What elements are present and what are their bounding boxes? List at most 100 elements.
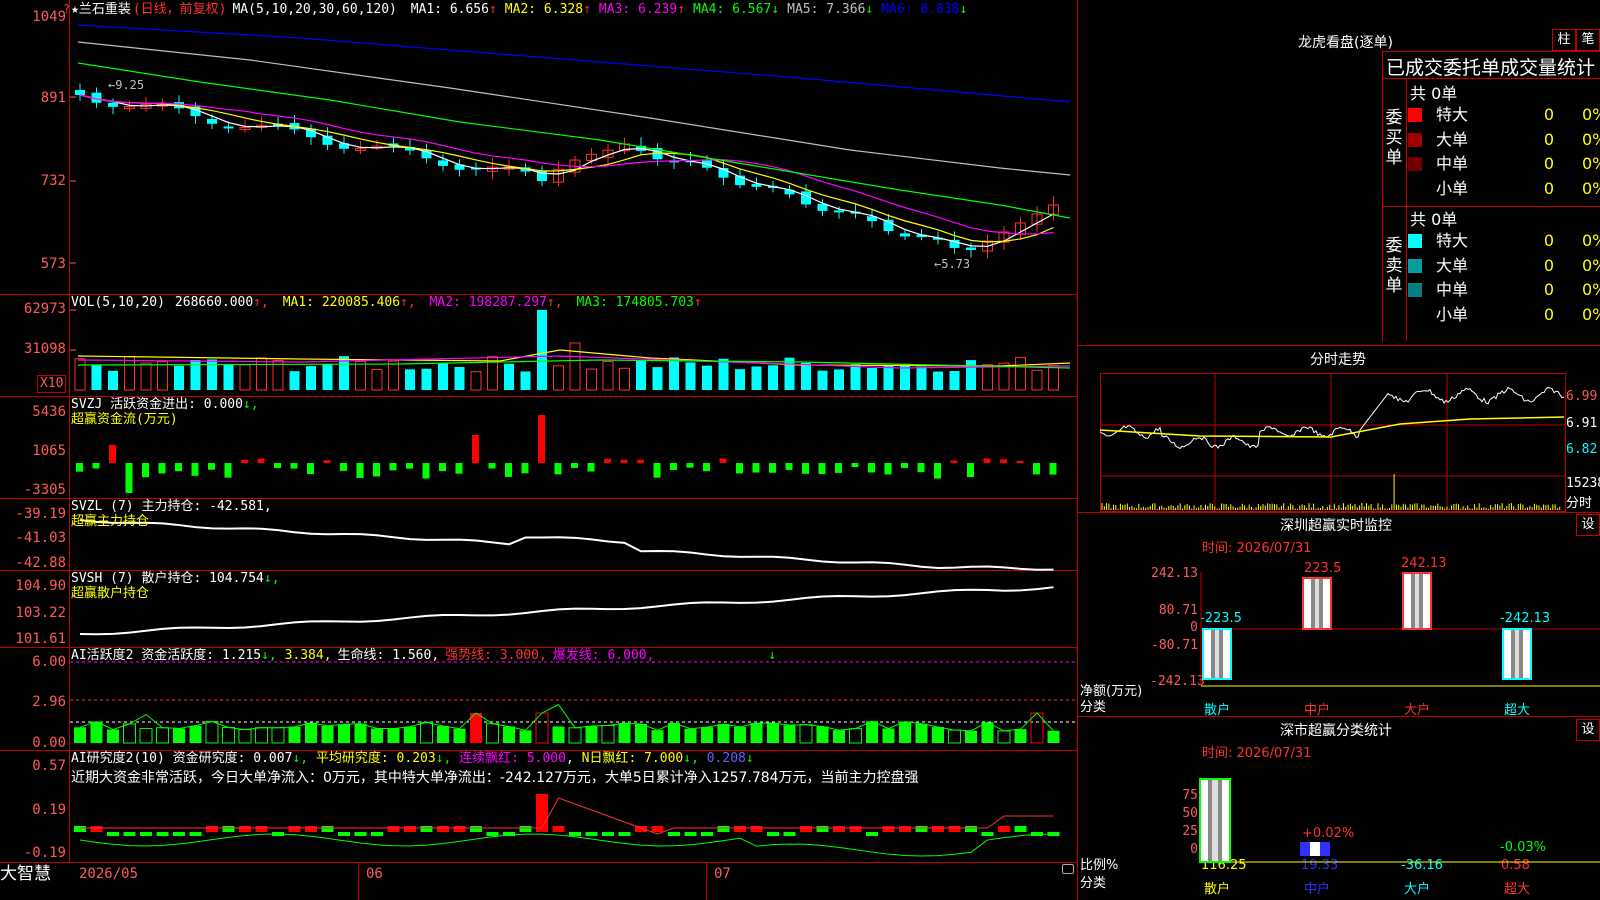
svzj-bar — [323, 460, 331, 463]
activity-bar — [799, 724, 813, 744]
volume-bar-down — [306, 366, 316, 390]
buy-orders-label: 委买单 — [1385, 108, 1403, 168]
ma3-line — [79, 94, 1054, 235]
volume-bar-down — [966, 360, 976, 390]
research-bar — [866, 832, 878, 836]
order-row-percent: 0% — [1582, 178, 1600, 198]
research-bar — [536, 794, 548, 832]
research-bar — [189, 832, 202, 836]
activity-bar — [717, 724, 730, 743]
volume-bar-down — [817, 370, 828, 390]
svzj-bar — [868, 463, 875, 473]
stats-category-label: 大户 — [1404, 882, 1431, 897]
svzj-bar — [554, 463, 562, 475]
research-bar — [206, 826, 218, 832]
svzj-axis-label: -3305 — [23, 482, 66, 498]
volume-bar-down — [537, 310, 547, 390]
order-row-percent: 0% — [1582, 255, 1600, 275]
ai-active-title-text: AI活跃度2 资金活跃度: 1.215 — [71, 648, 262, 663]
activity-bar — [701, 727, 713, 743]
tab-tick[interactable]: 笔 — [1576, 29, 1600, 51]
activity-bar — [882, 728, 895, 743]
monitor-settings-button[interactable]: 设 — [1576, 514, 1600, 536]
activity-line — [79, 703, 1054, 732]
activity-bar — [981, 722, 994, 743]
volume-bar-up — [1015, 357, 1026, 391]
activity-bar — [1014, 729, 1027, 743]
activity-bar — [651, 730, 664, 743]
research-bar — [800, 826, 812, 832]
svzj-bar — [620, 459, 628, 463]
svzj-axis-label: 1065 — [32, 443, 66, 459]
svsh-title-text: SVSH (7) 散户持仓: 104.754 — [71, 571, 264, 586]
volume-bar-down — [339, 356, 349, 390]
svzj-bar — [752, 463, 760, 473]
research-bar — [651, 826, 664, 832]
monitor-axis-label: 242.13 — [1151, 566, 1198, 581]
lock-icon[interactable] — [1062, 864, 1074, 874]
color-swatch — [1408, 157, 1422, 171]
monitor-bar — [1303, 578, 1331, 629]
research-bar — [783, 832, 796, 836]
svzj-bar — [356, 463, 364, 479]
ai-active-burst: 爆发线: 6.000, — [552, 648, 655, 663]
order-row: 特大 0 0% — [1408, 230, 1600, 252]
date-axis-label: 07 — [714, 866, 731, 882]
app-logo[interactable]: 大智慧 — [0, 864, 51, 884]
color-swatch — [1408, 258, 1422, 273]
ai-active-signal-arrow: ↓ — [768, 648, 777, 663]
svzj-bar — [703, 463, 710, 472]
intraday-axis-label: 6.91 — [1566, 416, 1598, 431]
order-row: 小单 0 0% — [1408, 304, 1600, 326]
order-row-count: 0 — [1543, 129, 1554, 149]
bar-shade — [1311, 578, 1323, 629]
volume-arrow: ↑, — [253, 295, 269, 310]
volume-axis-label: 62973 — [23, 301, 66, 317]
ai-active-v2: 3.384, — [284, 648, 332, 663]
monitor-bar-value: 242.13 — [1401, 556, 1447, 571]
svzj-bar — [950, 460, 958, 463]
activity-bar — [107, 729, 119, 743]
volume-bar-up — [553, 365, 564, 391]
research-bar — [107, 832, 119, 836]
svzj-bar — [983, 458, 991, 463]
activity-bar — [437, 726, 449, 743]
volume-bar-up — [371, 369, 383, 391]
activity-bar — [899, 721, 911, 743]
volume-bar-up — [586, 368, 597, 391]
research-bar — [965, 826, 977, 832]
order-row-count: 0 — [1543, 304, 1554, 324]
order-row-label: 特大 — [1436, 105, 1469, 124]
candle-body-down — [223, 126, 234, 129]
svzl-title: SVZL (7) 主力持仓: -42.581, — [71, 499, 272, 514]
svzj-bar — [274, 463, 281, 469]
activity-bar — [783, 725, 796, 743]
volume-bar-down — [900, 363, 910, 390]
research-bar — [684, 832, 697, 836]
svzj-bar — [1033, 463, 1040, 475]
activity-bar — [205, 721, 219, 744]
volume-ma3-arrow: ↑ — [693, 295, 702, 310]
activity-bar — [453, 728, 466, 743]
monitor-bar — [1203, 629, 1231, 679]
candlestick-chart[interactable] — [0, 0, 1078, 294]
intraday-frame[interactable] — [1100, 373, 1566, 512]
bar-fill — [1300, 842, 1330, 856]
stats-settings-button[interactable]: 设 — [1576, 719, 1600, 741]
ai-research-title-text: AI研究度2(10) 资金研究度: 0.007 — [71, 751, 293, 766]
tab-bar-chart[interactable]: 柱 — [1552, 29, 1576, 51]
monitor-bar-outline — [1502, 628, 1532, 680]
volume-bar-down — [520, 371, 531, 390]
ma2-line — [79, 94, 1054, 243]
activity-bar — [238, 729, 252, 744]
research-bar — [503, 832, 515, 836]
svsh-subtitle: 超赢散户持仓 — [71, 586, 150, 601]
activity-bar — [288, 726, 301, 743]
svzj-bar — [389, 463, 397, 471]
activity-bar — [535, 712, 549, 744]
research-bar — [305, 826, 317, 832]
ai-research-axis-label: 0.57 — [32, 758, 66, 774]
research-bar — [338, 832, 350, 836]
volume-unit-badge: X10 — [37, 375, 67, 393]
ai-active-arrow: ↓, — [261, 648, 277, 663]
